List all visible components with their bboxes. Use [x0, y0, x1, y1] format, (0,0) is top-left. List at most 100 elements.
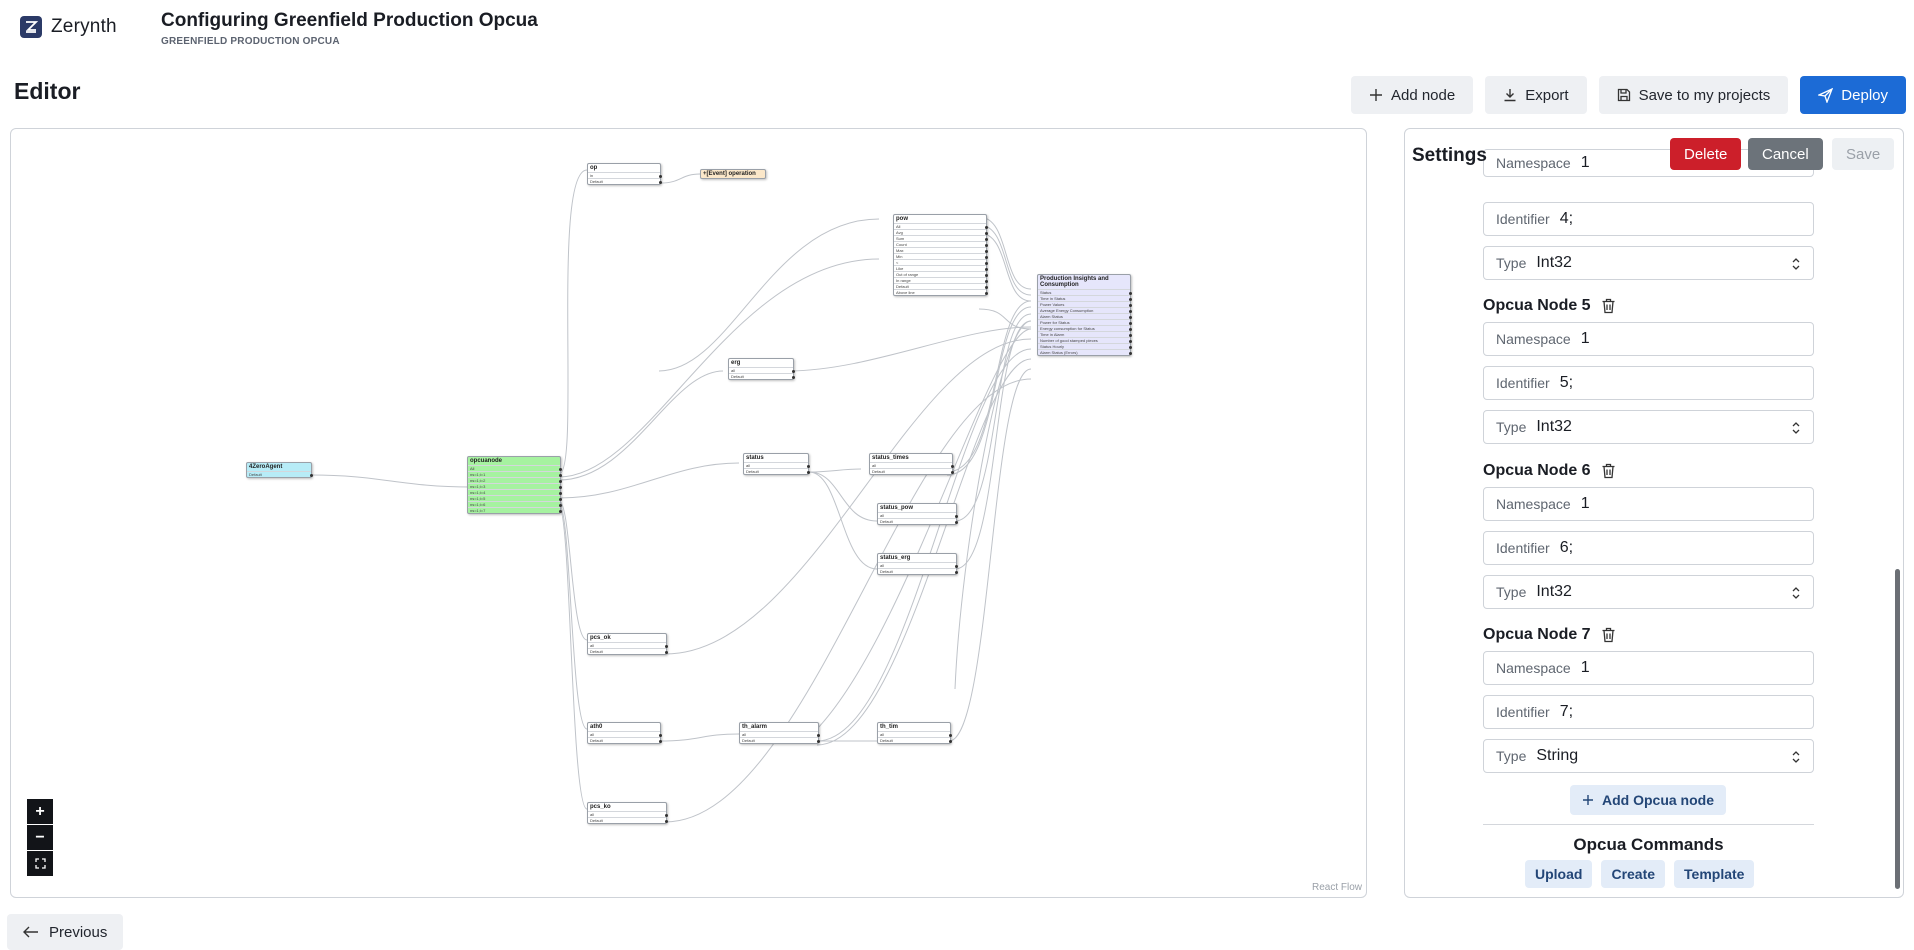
create-button[interactable]: Create	[1601, 860, 1666, 888]
node-title: 4ZeroAgent	[249, 464, 283, 470]
flow-edges	[310, 169, 1032, 823]
node-row: Default	[588, 737, 662, 743]
node-title: status_erg	[880, 555, 911, 561]
namespace-field[interactable]: Namespace 1	[1483, 651, 1814, 685]
type-label: Type	[1496, 419, 1527, 435]
type-label: Type	[1496, 255, 1527, 271]
flow-node-op[interactable]: op in Default	[587, 163, 662, 185]
flow-node-production-insights[interactable]: Production Insights and Consumption Stat…	[1037, 274, 1132, 356]
identifier-label: Identifier	[1496, 540, 1550, 556]
export-button[interactable]: Export	[1485, 76, 1587, 114]
node-row: Default	[588, 178, 662, 184]
app-logo[interactable]: Zerynth	[20, 16, 117, 38]
chevron-up-down-icon	[1792, 751, 1800, 763]
type-select[interactable]: Type Int32	[1483, 246, 1814, 280]
fit-view-button[interactable]	[27, 851, 53, 876]
trash-icon[interactable]	[1601, 627, 1616, 643]
trash-icon[interactable]	[1601, 298, 1616, 314]
node-row: Above line	[894, 289, 988, 295]
node-title: op	[590, 165, 598, 171]
identifier-value: 6;	[1559, 539, 1574, 556]
flow-node-opcuanode[interactable]: opcuanode All ns=1;i=1 ns=1;i=2 ns=1;i=3…	[467, 456, 562, 514]
node-row: Default	[744, 468, 810, 474]
flow-node-th-alarm[interactable]: th_alarm all Default	[739, 722, 820, 744]
save-button[interactable]: Save	[1832, 138, 1895, 170]
opcua-commands: Upload Create Template	[1525, 860, 1755, 888]
zerynth-logo-icon	[20, 16, 42, 38]
node-row: Default	[729, 373, 795, 379]
type-value: Int32	[1536, 583, 1572, 600]
settings-scrollbar[interactable]	[1895, 569, 1900, 889]
save-to-projects-button[interactable]: Save to my projects	[1598, 76, 1789, 114]
add-opcua-node-label: Add Opcua node	[1602, 792, 1714, 808]
send-icon	[1818, 87, 1834, 103]
plus-icon	[1369, 89, 1382, 101]
flow-node-pcs-ko[interactable]: pcs_ko all Default	[587, 802, 668, 824]
deploy-label: Deploy	[1841, 86, 1888, 104]
node-title: status_times	[872, 455, 909, 461]
edge	[954, 320, 1032, 690]
flow-node-pow[interactable]: pow All Avg Sum Count Max Min < Like Out…	[893, 214, 988, 296]
identifier-field[interactable]: Identifier 4;	[1483, 202, 1814, 236]
arrow-left-icon	[23, 926, 38, 938]
node-row: Default	[878, 518, 958, 524]
type-select[interactable]: Type Int32	[1483, 410, 1814, 444]
flow-node-status-times[interactable]: status_times all Default	[869, 453, 954, 475]
identifier-field[interactable]: Identifier 6;	[1483, 531, 1814, 565]
flow-node-th-tim[interactable]: th_tim all Default	[877, 722, 952, 744]
flow-node-status[interactable]: status all Default	[743, 453, 810, 475]
edge	[310, 474, 472, 488]
identifier-label: Identifier	[1496, 704, 1550, 720]
edge	[808, 471, 878, 522]
add-opcua-node-button[interactable]: Add Opcua node	[1570, 785, 1726, 815]
type-select[interactable]: Type Int32	[1483, 575, 1814, 609]
cancel-button[interactable]: Cancel	[1748, 138, 1823, 170]
node-row: Default	[870, 468, 954, 474]
previous-button[interactable]: Previous	[7, 914, 124, 950]
namespace-field[interactable]: Namespace 1	[1483, 322, 1814, 356]
settings-panel: Namespace 1 Settings Delete Cancel Save …	[1404, 128, 1904, 898]
identifier-field[interactable]: Identifier 5;	[1483, 366, 1814, 400]
opcua-node-5-heading: Opcua Node 5	[1483, 297, 1616, 315]
flow-node-ath0[interactable]: ath0 all Default	[587, 722, 662, 744]
add-node-button[interactable]: Add node	[1350, 76, 1474, 114]
add-node-label: Add node	[1390, 86, 1456, 104]
page-subtitle: GREENFIELD PRODUCTION OPCUA	[161, 36, 340, 47]
edge	[558, 506, 588, 810]
flow-node-4zeroagent[interactable]: 4ZeroAgent Default	[246, 462, 313, 478]
download-icon	[1504, 89, 1516, 102]
delete-button[interactable]: Delete	[1670, 138, 1742, 170]
flow-canvas[interactable]: op in Default +[Event] operation pow All…	[10, 128, 1367, 898]
zoom-out-button[interactable]: −	[27, 825, 53, 850]
upload-button[interactable]: Upload	[1525, 860, 1593, 888]
page-title: Configuring Greenfield Production Opcua	[161, 10, 538, 31]
app-name: Zerynth	[51, 16, 117, 37]
type-label: Type	[1496, 584, 1527, 600]
opcua-node-title: Opcua Node 7	[1483, 626, 1591, 643]
edge	[664, 378, 1032, 823]
node-title: th_alarm	[742, 724, 768, 730]
namespace-value: 1	[1580, 659, 1590, 676]
flow-node-pcs-ok[interactable]: pcs_ok all Default	[587, 633, 668, 655]
flow-node-status-pow[interactable]: status_pow all Default	[877, 503, 958, 525]
edge	[946, 300, 1032, 473]
trash-icon[interactable]	[1601, 463, 1616, 479]
type-select[interactable]: Type String	[1483, 739, 1814, 773]
export-label: Export	[1525, 86, 1569, 104]
zoom-in-button[interactable]: +	[27, 799, 53, 824]
edge	[660, 173, 701, 184]
edge	[558, 258, 880, 478]
react-flow-attribution[interactable]: React Flow	[1312, 882, 1362, 893]
edge	[808, 471, 878, 570]
flow-node-erg[interactable]: erg all Default	[728, 358, 795, 380]
namespace-field[interactable]: Namespace 1	[1483, 487, 1814, 521]
identifier-label: Identifier	[1496, 375, 1550, 391]
template-button[interactable]: Template	[1674, 860, 1755, 888]
identifier-field[interactable]: Identifier 7;	[1483, 695, 1814, 729]
page-title-block: Configuring Greenfield Production Opcua …	[161, 10, 538, 47]
deploy-button[interactable]: Deploy	[1800, 76, 1906, 114]
flow-node-event-operation[interactable]: +[Event] operation	[700, 169, 766, 179]
namespace-label: Namespace	[1496, 496, 1571, 512]
flow-node-status-erg[interactable]: status_erg all Default	[877, 553, 958, 575]
edge	[808, 468, 862, 473]
